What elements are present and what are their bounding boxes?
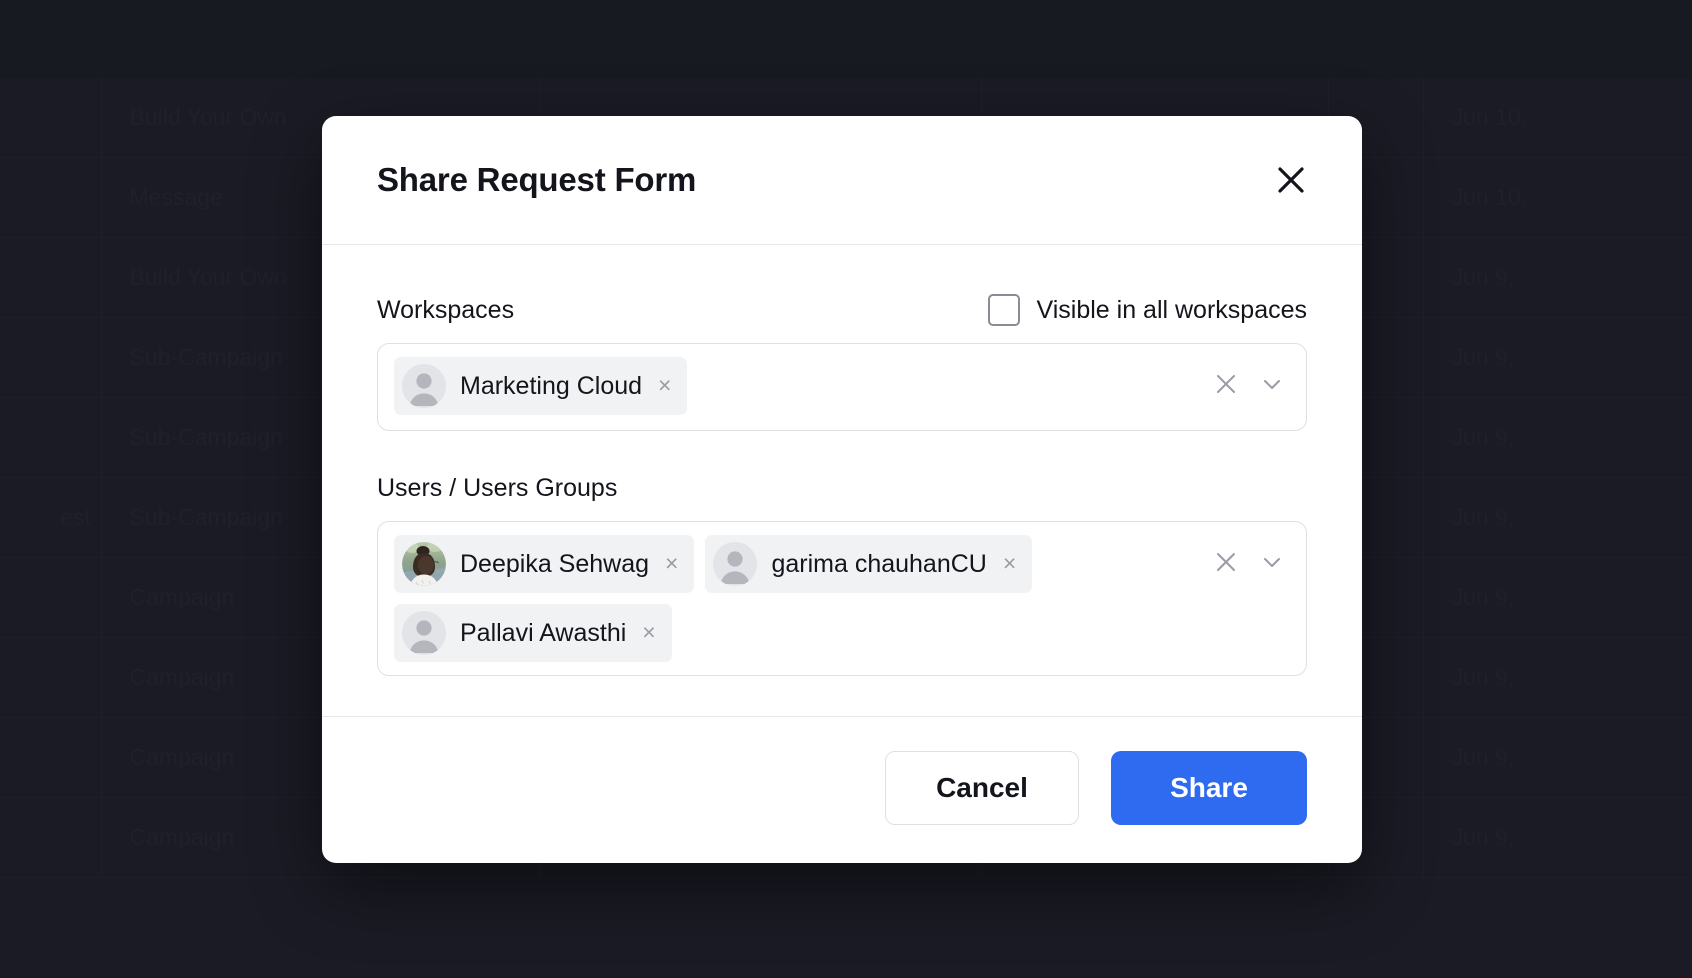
users-chip-list: Deepika Sehwag × garima chauhanCU × Pallavi … bbox=[394, 535, 1292, 662]
chip-label: Marketing Cloud bbox=[460, 371, 643, 400]
users-multiselect[interactable]: Deepika Sehwag × garima chauhanCU × Pallavi … bbox=[377, 521, 1307, 676]
clear-icon[interactable] bbox=[1210, 546, 1242, 578]
dialog-body: Workspaces Visible in all workspaces Mar… bbox=[322, 245, 1362, 716]
placeholder-avatar-icon bbox=[402, 611, 446, 655]
clear-icon[interactable] bbox=[1210, 368, 1242, 400]
visible-in-all-workspaces-label: Visible in all workspaces bbox=[1036, 295, 1308, 324]
workspaces-chip-list: Marketing Cloud × bbox=[394, 357, 1292, 415]
chip[interactable]: garima chauhanCU × bbox=[705, 535, 1033, 593]
dialog-title: Share Request Form bbox=[377, 161, 697, 198]
chip-label: garima chauhanCU bbox=[771, 549, 987, 578]
users-label: Users / Users Groups bbox=[377, 473, 618, 502]
chip[interactable]: Marketing Cloud × bbox=[394, 357, 688, 415]
workspaces-label: Workspaces bbox=[377, 295, 515, 324]
remove-chip-icon[interactable]: × bbox=[663, 550, 680, 579]
remove-chip-icon[interactable]: × bbox=[656, 372, 673, 401]
users-field-block: Users / Users Groups Deepika Sehwag × gari… bbox=[377, 471, 1307, 676]
share-request-form-dialog: Share Request Form Workspaces Visible in… bbox=[322, 116, 1362, 863]
share-button[interactable]: Share bbox=[1111, 751, 1307, 825]
chip[interactable]: Deepika Sehwag × bbox=[394, 535, 695, 593]
photo-avatar-icon bbox=[402, 542, 446, 586]
remove-chip-icon[interactable]: × bbox=[640, 619, 657, 648]
chip-label: Pallavi Awasthi bbox=[460, 618, 627, 647]
workspaces-field-block: Workspaces Visible in all workspaces Mar… bbox=[377, 293, 1307, 431]
chevron-down-icon[interactable] bbox=[1256, 546, 1288, 578]
chevron-down-icon[interactable] bbox=[1256, 368, 1288, 400]
remove-chip-icon[interactable]: × bbox=[1001, 550, 1018, 579]
dialog-header: Share Request Form bbox=[322, 116, 1362, 245]
close-icon[interactable] bbox=[1269, 158, 1313, 202]
workspaces-field-actions bbox=[1210, 368, 1288, 400]
visible-in-all-workspaces-toggle[interactable]: Visible in all workspaces bbox=[987, 294, 1308, 326]
users-field-actions bbox=[1210, 546, 1288, 578]
users-field-header: Users / Users Groups bbox=[377, 471, 1307, 505]
chip-label: Deepika Sehwag bbox=[460, 549, 650, 578]
workspaces-multiselect[interactable]: Marketing Cloud × bbox=[377, 343, 1307, 431]
chip[interactable]: Pallavi Awasthi × bbox=[394, 604, 672, 662]
placeholder-avatar-icon bbox=[713, 542, 758, 586]
cancel-button[interactable]: Cancel bbox=[885, 751, 1079, 825]
visible-in-all-workspaces-checkbox[interactable] bbox=[987, 294, 1020, 326]
dialog-footer: Cancel Share bbox=[322, 716, 1362, 863]
workspaces-field-header: Workspaces Visible in all workspaces bbox=[377, 293, 1307, 327]
placeholder-avatar-icon bbox=[402, 364, 446, 408]
